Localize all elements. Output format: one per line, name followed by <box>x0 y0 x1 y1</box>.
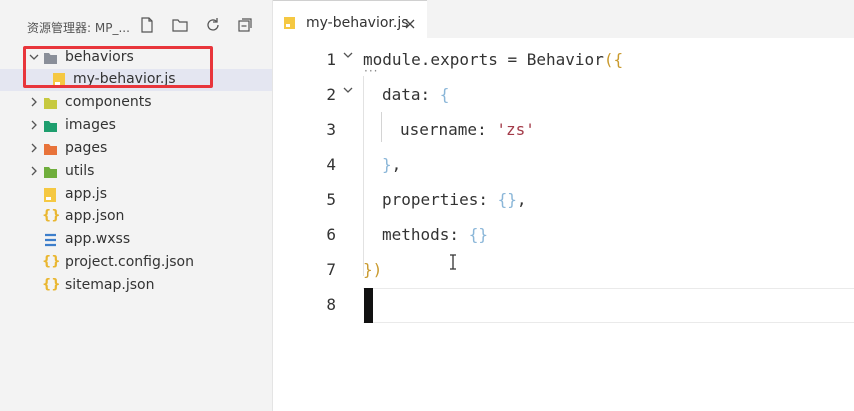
code-token: properties: <box>382 190 498 209</box>
new-folder-icon[interactable] <box>171 16 189 34</box>
line-number: 3 <box>326 120 336 139</box>
folder-icon <box>44 144 57 155</box>
code-token: {} <box>468 225 488 244</box>
code-line-1: 1 module.exports = Behavior({ <box>273 42 854 77</box>
code-token: , <box>516 190 527 209</box>
fold-chevron-icon[interactable] <box>342 84 354 96</box>
tree-item-pages[interactable]: pages <box>0 138 272 160</box>
text-cursor <box>364 288 373 323</box>
tree-item-label: app.js <box>65 186 107 202</box>
code-line-2: 2 data: { <box>273 77 854 112</box>
fold-indicator: ··· <box>364 64 379 78</box>
explorer-title: 资源管理器: MP_... <box>27 21 130 35</box>
folder-icon <box>44 53 57 64</box>
tree-item-label: project.config.json <box>65 254 194 270</box>
tree-item-label: app.json <box>65 208 125 224</box>
tree-item-sitemap-json[interactable]: {} sitemap.json <box>0 275 272 297</box>
mouse-ibeam-icon <box>450 254 456 270</box>
tree-item-label: images <box>65 117 116 133</box>
line-number: 7 <box>326 260 336 279</box>
code-token: , <box>391 155 402 174</box>
code-line-3: 3 username: 'zs' <box>273 112 854 147</box>
code-token: username: <box>400 120 497 139</box>
code-text: }, <box>382 155 401 174</box>
css-file-icon <box>45 233 56 247</box>
tree-item-label: app.wxss <box>65 231 131 247</box>
tree-item-utils[interactable]: utils <box>0 161 272 183</box>
code-token: }) <box>363 260 383 279</box>
code-token: 'zs' <box>496 120 535 139</box>
tree-item-app-wxss[interactable]: app.wxss <box>0 229 272 251</box>
line-number: 8 <box>326 295 336 314</box>
js-file-icon <box>284 17 295 29</box>
chevron-right-icon <box>31 143 37 153</box>
line-number: 2 <box>326 85 336 104</box>
tree-item-label: pages <box>65 140 108 156</box>
new-file-icon[interactable] <box>138 16 156 34</box>
tree-item-label: sitemap.json <box>65 277 155 293</box>
code-line-4: 4 }, <box>273 147 854 182</box>
line-number: 4 <box>326 155 336 174</box>
chevron-right-icon <box>31 166 37 176</box>
refresh-icon[interactable] <box>204 16 222 34</box>
tree-item-app-js[interactable]: app.js <box>0 184 272 206</box>
collapse-all-icon[interactable] <box>236 16 254 34</box>
json-file-icon: {} <box>42 208 61 223</box>
js-file-icon <box>53 73 65 87</box>
folder-icon <box>44 121 57 132</box>
code-editor[interactable]: 1 module.exports = Behavior({ ··· 2 data… <box>273 38 854 411</box>
chevron-right-icon <box>31 120 37 130</box>
code-text: }) <box>363 260 382 279</box>
code-token: ({ <box>603 50 624 69</box>
code-line-7: 7 }) <box>273 252 854 287</box>
code-text: properties: {}, <box>382 190 527 209</box>
code-token: methods: <box>382 225 469 244</box>
code-token: data: <box>382 85 440 104</box>
tab-my-behavior-js[interactable]: my-behavior.js <box>273 0 427 38</box>
tree-item-label: my-behavior.js <box>73 71 176 87</box>
code-text: data: { <box>382 85 449 104</box>
folder-icon <box>44 98 57 109</box>
close-icon[interactable] <box>404 18 416 30</box>
line-number: 5 <box>326 190 336 209</box>
code-token: {} <box>497 190 517 209</box>
code-text: username: 'zs' <box>400 120 535 139</box>
explorer-header: 资源管理器: MP_... <box>0 0 273 38</box>
code-text: module.exports = Behavior({ <box>363 50 623 69</box>
tree-item-app-json[interactable]: {} app.json <box>0 206 272 228</box>
code-line-6: 6 methods: {} <box>273 217 854 252</box>
code-token: module.exports = Behavior <box>363 50 604 69</box>
explorer-sidebar: 资源管理器: MP_... behaviors my-behavior.js c… <box>0 0 273 411</box>
chevron-down-icon <box>29 54 39 60</box>
code-text: methods: {} <box>382 225 488 244</box>
folder-icon <box>44 167 57 178</box>
fold-chevron-icon[interactable] <box>342 49 354 61</box>
indent-guide <box>363 76 364 276</box>
tree-item-behaviors[interactable]: behaviors <box>0 47 272 69</box>
line-number: 6 <box>326 225 336 244</box>
tree-item-label: components <box>65 94 152 110</box>
tab-label: my-behavior.js <box>306 15 409 31</box>
line-number: 1 <box>326 50 336 69</box>
tree-item-label: utils <box>65 163 95 179</box>
tree-item-components[interactable]: components <box>0 92 272 114</box>
editor-tabbar: my-behavior.js <box>273 0 854 38</box>
tree-item-images[interactable]: images <box>0 115 272 137</box>
tree-item-label: behaviors <box>65 49 134 65</box>
js-file-icon <box>44 188 56 202</box>
tree-item-my-behavior-js[interactable]: my-behavior.js <box>0 69 272 91</box>
json-file-icon: {} <box>42 254 61 269</box>
json-file-icon: {} <box>42 277 61 292</box>
chevron-right-icon <box>31 97 37 107</box>
current-line-highlight <box>363 288 854 323</box>
indent-guide <box>381 112 382 142</box>
code-token: { <box>439 85 450 104</box>
code-line-5: 5 properties: {}, <box>273 182 854 217</box>
tree-item-project-config-json[interactable]: {} project.config.json <box>0 252 272 274</box>
code-token: } <box>382 155 392 174</box>
